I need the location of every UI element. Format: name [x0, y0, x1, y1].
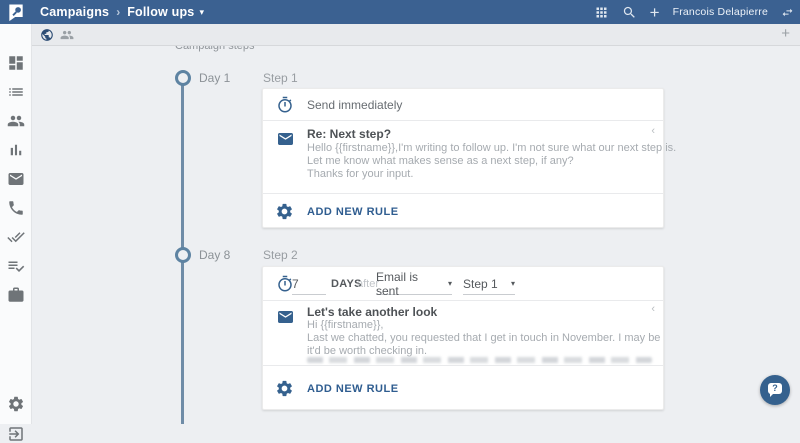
phone-icon: [7, 199, 25, 217]
day-label: Day 8: [199, 248, 230, 262]
delay-days-input[interactable]: [292, 273, 326, 295]
done-all-icon: [7, 228, 25, 246]
chevron-down-icon: ▾: [448, 279, 452, 288]
add-new-rule-button[interactable]: ADD NEW RULE: [307, 194, 399, 230]
add-rule-row[interactable]: ADD NEW RULE: [263, 365, 663, 411]
globe-icon[interactable]: [40, 28, 54, 42]
email-body-line: it'd be worth checking in.: [307, 345, 427, 357]
schedule-row[interactable]: Send immediately: [263, 89, 663, 121]
reference-step-dropdown[interactable]: Step 1 ▾: [463, 273, 515, 295]
help-question-mark: ?: [768, 383, 782, 394]
email-subject: Re: Next step?: [307, 127, 391, 141]
envelope-icon: [274, 308, 297, 326]
sidebar-item-calls[interactable]: [7, 199, 25, 217]
add-icon[interactable]: +: [650, 5, 660, 20]
add-rule-row[interactable]: ADD NEW RULE: [263, 193, 663, 229]
gear-icon: [275, 379, 294, 398]
step-card-2: DAYS after Email is sent ▾ Step 1 ▾ Let'…: [262, 266, 664, 410]
sidebar-item-smart-views[interactable]: [7, 257, 25, 275]
sidebar-item-email[interactable]: [7, 170, 25, 188]
sidebar-item-inbox-list[interactable]: [7, 83, 25, 101]
reference-step-value: Step 1: [463, 277, 498, 291]
trigger-dropdown[interactable]: Email is sent ▾: [376, 273, 452, 295]
campaign-toolbar: +: [32, 24, 800, 46]
apps-grid-icon[interactable]: [594, 5, 609, 20]
email-subject: Let's take another look: [307, 305, 437, 319]
step-title: Step 1: [263, 71, 298, 85]
search-icon[interactable]: [622, 5, 637, 20]
sidebar-item-contacts[interactable]: [7, 112, 25, 130]
envelope-icon: [274, 130, 297, 148]
help-button[interactable]: ?: [760, 375, 790, 405]
email-body-line: Hello {{firstname}},I'm writing to follo…: [307, 142, 676, 154]
step-title: Step 2: [263, 248, 298, 262]
add-step-icon[interactable]: +: [781, 25, 790, 42]
email-body-line: Let me know what makes sense as a next s…: [307, 155, 574, 167]
sidebar-item-dashboard[interactable]: [7, 54, 25, 72]
trigger-dropdown-value: Email is sent: [376, 270, 442, 298]
dashboard-icon: [7, 54, 25, 72]
logout-icon: [7, 425, 25, 443]
gear-icon: [7, 395, 25, 413]
email-row[interactable]: Re: Next step? Hello {{firstname}},I'm w…: [263, 121, 663, 193]
email-row[interactable]: Let's take another look Hi {{firstname}}…: [263, 301, 663, 365]
breadcrumb: Campaigns › Follow ups ▾: [40, 5, 204, 19]
schedule-row: DAYS after Email is sent ▾ Step 1 ▾: [263, 267, 663, 301]
sidebar-item-tasks[interactable]: [7, 228, 25, 246]
chevron-down-icon: ▾: [511, 279, 515, 288]
chat-bubble-icon: ?: [768, 383, 782, 394]
breadcrumb-separator: ›: [116, 5, 120, 19]
chevron-down-icon[interactable]: ▾: [199, 7, 204, 18]
email-body-line: Thanks for your input.: [307, 168, 413, 180]
day-label: Day 1: [199, 71, 230, 85]
schedule-text: Send immediately: [307, 89, 402, 121]
sidebar-item-reports[interactable]: [7, 141, 25, 159]
email-body-line: Hi {{firstname}},: [307, 319, 383, 331]
email-body-line: Last we chatted, you requested that I ge…: [307, 332, 663, 344]
app-logo-icon[interactable]: [0, 0, 32, 24]
user-menu[interactable]: Francois Delapierre: [673, 6, 768, 18]
faded-text-line: [307, 357, 652, 363]
people-icon: [7, 112, 25, 130]
sidebar: [0, 24, 32, 424]
topbar: Campaigns › Follow ups ▾ + Francois Dela…: [0, 0, 800, 24]
mail-icon: [7, 170, 25, 188]
collapse-icon[interactable]: ‹: [651, 125, 655, 137]
timeline-dot-day8: [175, 247, 191, 263]
timeline-dot-day1: [175, 70, 191, 86]
briefcase-icon: [7, 286, 25, 304]
sidebar-item-logout[interactable]: [7, 425, 25, 443]
breadcrumb-current[interactable]: Follow ups: [127, 5, 194, 19]
gear-icon: [275, 202, 294, 221]
topbar-actions: + Francois Delapierre: [594, 0, 794, 24]
timer-icon: [276, 96, 294, 114]
team-icon[interactable]: [60, 28, 74, 42]
playlist-check-icon: [7, 257, 25, 275]
bar-chart-icon: [7, 141, 25, 159]
add-new-rule-button[interactable]: ADD NEW RULE: [307, 366, 399, 412]
switch-account-icon[interactable]: [781, 6, 794, 19]
breadcrumb-section[interactable]: Campaigns: [40, 5, 109, 19]
list-icon: [7, 83, 25, 101]
collapse-icon[interactable]: ‹: [651, 303, 655, 315]
sidebar-item-settings[interactable]: [7, 395, 25, 413]
step-card-1: Send immediately Re: Next step? Hello {{…: [262, 88, 664, 228]
sidebar-item-opportunities[interactable]: [7, 286, 25, 304]
